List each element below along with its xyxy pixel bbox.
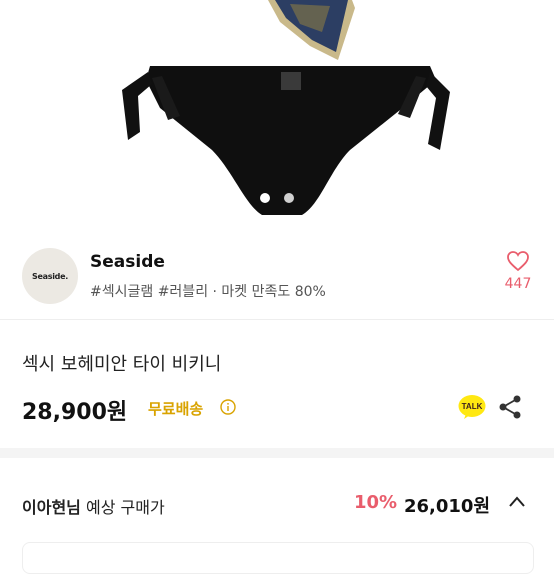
carousel-indicator: [260, 193, 294, 203]
member-price-label: 이아현님 예상 구매가: [22, 494, 165, 518]
like-count: 447: [504, 276, 532, 292]
carousel-dot-1[interactable]: [260, 193, 270, 203]
product-image-carousel[interactable]: [0, 0, 554, 232]
share-icon[interactable]: [498, 394, 522, 420]
shop-name[interactable]: Seaside: [90, 252, 165, 272]
kakao-talk-label: TALK: [462, 402, 483, 411]
price-detail-card: [22, 542, 534, 574]
member-name: 이아현님: [22, 498, 81, 517]
product-title: 섹시 보헤미안 타이 비키니: [22, 354, 222, 375]
like-button[interactable]: 447: [498, 250, 538, 292]
section-separator: [0, 448, 554, 458]
shop-tags-satisfaction: #섹시글램 #러블리 · 마켓 만족도 80%: [90, 284, 326, 300]
shop-logo[interactable]: Seaside.: [22, 248, 78, 304]
product-price: 28,900원: [22, 400, 128, 425]
info-icon[interactable]: [220, 399, 236, 415]
kakao-talk-button[interactable]: TALK: [458, 394, 486, 420]
carousel-dot-2[interactable]: [284, 193, 294, 203]
heart-icon: [507, 251, 529, 272]
expected-price-label: 예상 구매가: [85, 498, 165, 517]
free-shipping-label: 무료배송: [148, 400, 204, 418]
divider: [0, 319, 554, 320]
shop-info-row[interactable]: [0, 232, 554, 314]
expected-price: 26,010원: [404, 496, 491, 517]
chevron-up-icon[interactable]: [506, 492, 528, 512]
shop-logo-text: Seaside.: [32, 271, 68, 281]
discount-rate: 10%: [354, 492, 398, 513]
